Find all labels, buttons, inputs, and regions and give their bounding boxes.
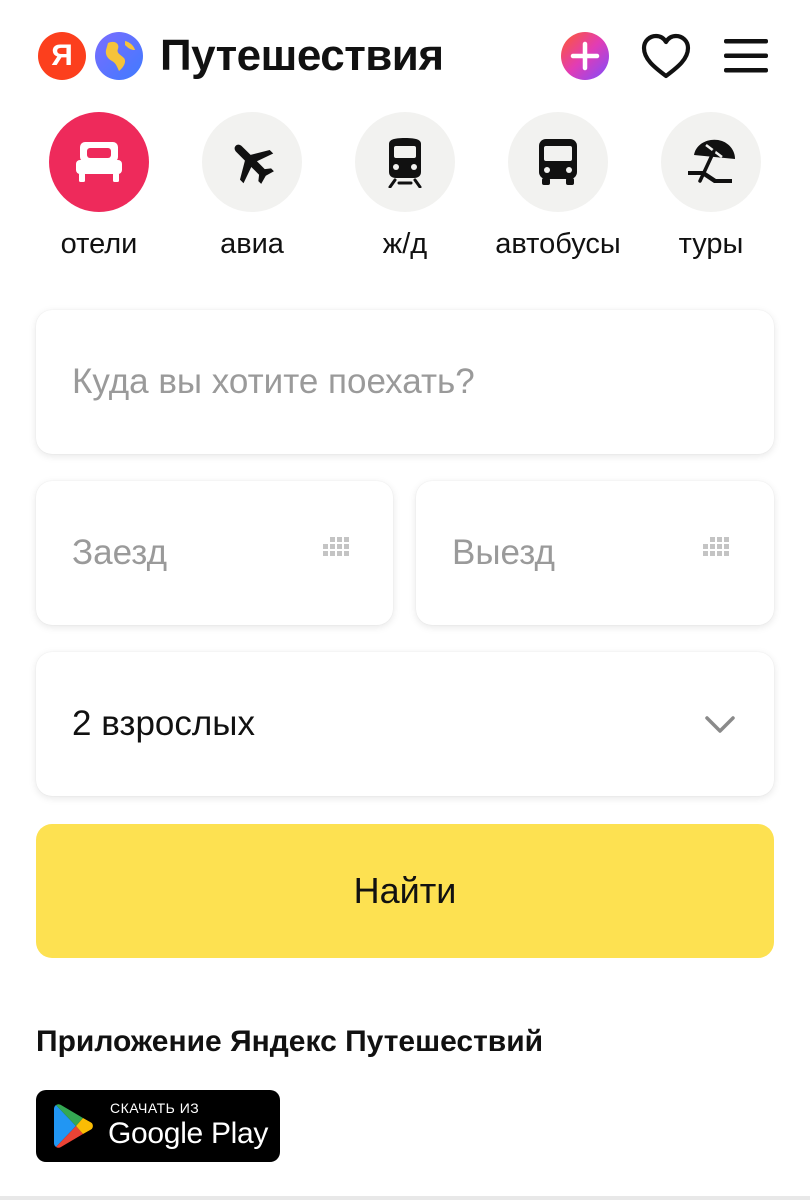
search-button[interactable]: Найти bbox=[36, 824, 774, 958]
category-tours-circle bbox=[661, 112, 761, 212]
category-train[interactable]: ж/д bbox=[325, 112, 485, 272]
yandex-logo[interactable]: Я bbox=[38, 32, 86, 80]
category-tours[interactable]: туры bbox=[631, 112, 791, 272]
guests-select[interactable]: 2 взрослых bbox=[36, 652, 774, 796]
category-avia-circle bbox=[202, 112, 302, 212]
category-nav: отели авиа ж/д автобусы туры bbox=[0, 112, 810, 272]
category-hotels[interactable]: отели bbox=[19, 112, 179, 272]
category-label: туры bbox=[678, 228, 744, 260]
category-avia[interactable]: авиа bbox=[172, 112, 332, 272]
train-icon bbox=[388, 138, 422, 188]
category-bus[interactable]: автобусы bbox=[478, 112, 638, 272]
destination-placeholder: Куда вы хотите поехать? bbox=[72, 362, 475, 401]
google-play-badge[interactable]: СКАЧАТЬ ИЗ Google Play bbox=[36, 1090, 280, 1162]
header: Я Путешествия bbox=[0, 0, 810, 112]
category-bus-circle bbox=[508, 112, 608, 212]
category-train-circle bbox=[355, 112, 455, 212]
checkout-placeholder: Выезд bbox=[452, 533, 555, 572]
airplane-icon bbox=[234, 144, 274, 184]
app-title: Путешествия bbox=[160, 31, 444, 80]
google-play-icon bbox=[54, 1104, 93, 1148]
guests-value: 2 взрослых bbox=[72, 704, 255, 743]
category-label: отели bbox=[60, 228, 138, 260]
store-name: Google Play bbox=[108, 1117, 269, 1150]
category-label: автобусы bbox=[495, 228, 621, 260]
app-promo-heading: Приложение Яндекс Путешествий bbox=[36, 1025, 544, 1058]
hamburger-menu-icon[interactable] bbox=[724, 37, 768, 75]
chevron-down-icon bbox=[705, 716, 735, 733]
beach-umbrella-icon bbox=[688, 139, 735, 183]
plus-badge-icon[interactable] bbox=[560, 31, 610, 81]
calendar-icon bbox=[323, 537, 349, 556]
category-hotels-circle bbox=[49, 112, 149, 212]
globe-icon[interactable] bbox=[94, 31, 144, 81]
category-label: авиа bbox=[220, 228, 284, 260]
checkout-field[interactable]: Выезд bbox=[416, 481, 774, 625]
bed-icon bbox=[76, 142, 122, 182]
divider bbox=[0, 1196, 810, 1200]
calendar-icon bbox=[703, 537, 729, 556]
heart-icon[interactable] bbox=[640, 32, 692, 80]
checkin-field[interactable]: Заезд bbox=[36, 481, 393, 625]
bus-icon bbox=[539, 139, 577, 185]
destination-field[interactable]: Куда вы хотите поехать? bbox=[36, 310, 774, 454]
checkin-placeholder: Заезд bbox=[72, 533, 168, 572]
category-label: ж/д bbox=[382, 228, 428, 260]
store-caption: СКАЧАТЬ ИЗ bbox=[110, 1100, 200, 1116]
